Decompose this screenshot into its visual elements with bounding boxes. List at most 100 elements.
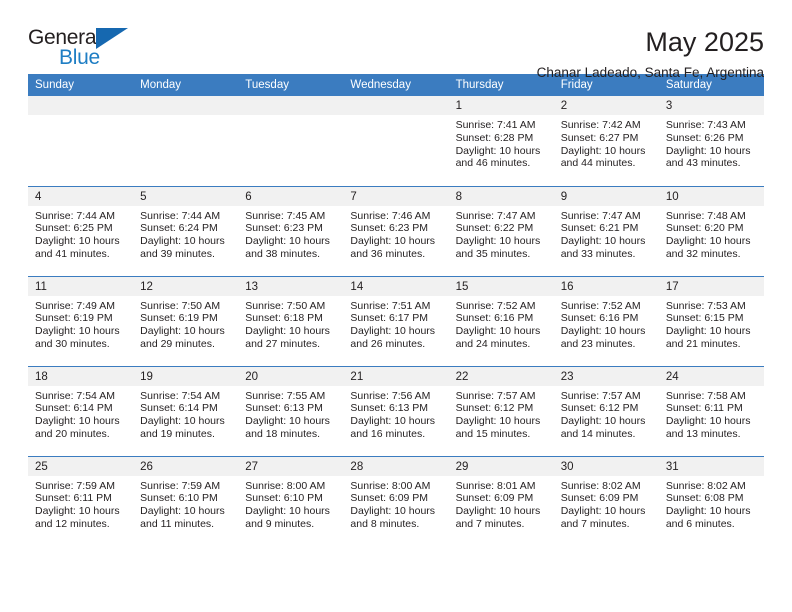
day-number <box>238 96 344 115</box>
day-details: Sunrise: 8:00 AM Sunset: 6:10 PM Daylight:… <box>238 476 343 531</box>
calendar-day-cell[interactable]: 28 Sunrise: 8:00 AM Sunset: 6:09 PM Dayligh… <box>343 455 449 546</box>
calendar-day-cell[interactable]: 29 Sunrise: 8:01 AM Sunset: 6:09 PM Dayligh… <box>448 455 554 546</box>
daylight-text-line1: Daylight: 10 hours <box>350 325 436 338</box>
calendar-day-cell[interactable]: 1 Sunrise: 7:41 AM Sunset: 6:28 PM Daylight… <box>448 96 554 186</box>
calendar-day-cell[interactable]: 19 Sunrise: 7:54 AM Sunset: 6:14 PM Dayligh… <box>133 365 239 456</box>
calendar-day-cell[interactable]: 14 Sunrise: 7:51 AM Sunset: 6:17 PM Dayligh… <box>343 275 449 366</box>
sunset-text: Sunset: 6:14 PM <box>35 402 113 415</box>
calendar-week-row: 25 Sunrise: 7:59 AM Sunset: 6:11 PM Dayligh… <box>28 455 764 546</box>
calendar-day-cell[interactable]: 25 Sunrise: 7:59 AM Sunset: 6:11 PM Dayligh… <box>28 455 134 546</box>
day-number: 29 <box>448 456 554 476</box>
daylight-text-line1: Daylight: 10 hours <box>245 235 330 248</box>
sunrise-text: Sunrise: 8:01 AM <box>455 479 536 492</box>
daylight-text-line1: Daylight: 10 hours <box>455 144 541 157</box>
daylight-text-line1: Daylight: 10 hours <box>560 235 646 248</box>
brand-logo[interactable]: General Blue <box>28 26 148 72</box>
daylight-text-line1: Daylight: 10 hours <box>560 415 646 428</box>
calendar-day-cell[interactable]: 30 Sunrise: 8:02 AM Sunset: 6:09 PM Dayligh… <box>553 455 659 546</box>
calendar-day-cell[interactable]: 18 Sunrise: 7:54 AM Sunset: 6:14 PM Dayligh… <box>28 365 134 456</box>
calendar-day-cell[interactable]: 24 Sunrise: 7:58 AM Sunset: 6:11 PM Dayligh… <box>658 365 764 456</box>
day-details: Sunrise: 7:48 AM Sunset: 6:20 PM Daylight:… <box>659 206 764 261</box>
calendar-day-cell[interactable]: 10 Sunrise: 7:48 AM Sunset: 6:20 PM Dayligh… <box>658 185 764 276</box>
daylight-text-line2: and 36 minutes. <box>350 247 426 260</box>
sunset-text: Sunset: 6:10 PM <box>245 492 323 505</box>
day-number: 7 <box>343 186 449 206</box>
calendar-day-cell[interactable]: 12 Sunrise: 7:50 AM Sunset: 6:19 PM Dayligh… <box>133 275 239 366</box>
sunrise-text: Sunrise: 7:57 AM <box>560 389 641 402</box>
day-number: 15 <box>448 276 554 296</box>
sunrise-text: Sunrise: 8:00 AM <box>350 479 431 492</box>
calendar-day-cell[interactable]: 21 Sunrise: 7:56 AM Sunset: 6:13 PM Dayligh… <box>343 365 449 456</box>
calendar-day-cell-empty <box>238 96 344 186</box>
calendar-day-cell[interactable]: 4 Sunrise: 7:44 AM Sunset: 6:25 PM Daylight… <box>28 185 134 276</box>
sunrise-text: Sunrise: 7:47 AM <box>560 209 641 222</box>
daylight-text-line2: and 14 minutes. <box>560 427 636 440</box>
daylight-text-line2: and 16 minutes. <box>350 427 426 440</box>
day-number <box>133 96 239 115</box>
day-details: Sunrise: 7:52 AM Sunset: 6:16 PM Daylight:… <box>554 296 659 351</box>
day-number: 25 <box>28 456 134 476</box>
calendar-day-cell[interactable]: 20 Sunrise: 7:55 AM Sunset: 6:13 PM Dayligh… <box>238 365 344 456</box>
calendar-day-cell[interactable]: 13 Sunrise: 7:50 AM Sunset: 6:18 PM Dayligh… <box>238 275 344 366</box>
calendar-day-cell[interactable]: 23 Sunrise: 7:57 AM Sunset: 6:12 PM Dayligh… <box>553 365 659 456</box>
daylight-text-line1: Daylight: 10 hours <box>140 235 225 248</box>
daylight-text-line2: and 39 minutes. <box>140 247 215 260</box>
sunrise-text: Sunrise: 7:44 AM <box>35 209 115 222</box>
calendar-day-cell[interactable]: 31 Sunrise: 8:02 AM Sunset: 6:08 PM Dayligh… <box>658 455 764 546</box>
day-number: 3 <box>658 96 764 115</box>
daylight-text-line2: and 23 minutes. <box>560 337 636 350</box>
daylight-text-line1: Daylight: 10 hours <box>140 325 225 338</box>
daylight-text-line1: Daylight: 10 hours <box>455 505 541 518</box>
calendar-day-cell[interactable]: 6 Sunrise: 7:45 AM Sunset: 6:23 PM Daylight… <box>238 185 344 276</box>
sunset-text: Sunset: 6:09 PM <box>455 492 534 505</box>
sunrise-text: Sunrise: 7:55 AM <box>245 389 326 402</box>
day-details: Sunrise: 7:47 AM Sunset: 6:22 PM Daylight:… <box>449 206 554 261</box>
daylight-text-line2: and 38 minutes. <box>245 247 320 260</box>
daylight-text-line2: and 15 minutes. <box>455 427 531 440</box>
calendar-day-cell[interactable]: 8 Sunrise: 7:47 AM Sunset: 6:22 PM Daylight… <box>448 185 554 276</box>
calendar-day-cell[interactable]: 7 Sunrise: 7:46 AM Sunset: 6:23 PM Daylight… <box>343 185 449 276</box>
calendar-day-cell[interactable]: 9 Sunrise: 7:47 AM Sunset: 6:21 PM Daylight… <box>553 185 659 276</box>
calendar-day-cell[interactable]: 5 Sunrise: 7:44 AM Sunset: 6:24 PM Daylight… <box>133 185 239 276</box>
sunrise-text: Sunrise: 7:59 AM <box>140 479 221 492</box>
calendar-day-cell[interactable]: 16 Sunrise: 7:52 AM Sunset: 6:16 PM Dayligh… <box>553 275 659 366</box>
daylight-text-line2: and 29 minutes. <box>140 337 215 350</box>
calendar-day-cell[interactable]: 11 Sunrise: 7:49 AM Sunset: 6:19 PM Dayligh… <box>28 275 134 366</box>
calendar-day-cell[interactable]: 17 Sunrise: 7:53 AM Sunset: 6:15 PM Dayligh… <box>658 275 764 366</box>
daylight-text-line1: Daylight: 10 hours <box>455 415 541 428</box>
day-number: 2 <box>553 96 659 115</box>
sunset-text: Sunset: 6:23 PM <box>350 222 429 235</box>
brand-triangle-icon <box>96 28 128 49</box>
sunrise-text: Sunrise: 8:02 AM <box>665 479 746 492</box>
day-number: 5 <box>133 186 239 206</box>
day-number: 20 <box>238 366 344 386</box>
daylight-text-line1: Daylight: 10 hours <box>350 235 436 248</box>
daylight-text-line2: and 35 minutes. <box>455 247 531 260</box>
calendar-page: General Blue May 2025 Chanar Ladeado, Sa… <box>0 0 792 612</box>
calendar-day-cell-empty <box>28 96 134 186</box>
calendar-day-cell[interactable]: 22 Sunrise: 7:57 AM Sunset: 6:12 PM Dayligh… <box>448 365 554 456</box>
daylight-text-line1: Daylight: 10 hours <box>350 415 436 428</box>
daylight-text-line2: and 9 minutes. <box>245 517 315 530</box>
daylight-text-line2: and 11 minutes. <box>140 517 215 530</box>
sunset-text: Sunset: 6:26 PM <box>665 131 744 144</box>
calendar-day-cell[interactable]: 2 Sunrise: 7:42 AM Sunset: 6:27 PM Daylight… <box>553 96 659 186</box>
sunset-text: Sunset: 6:19 PM <box>140 312 218 325</box>
calendar-day-cell[interactable]: 3 Sunrise: 7:43 AM Sunset: 6:26 PM Daylight… <box>658 96 764 186</box>
sunrise-text: Sunrise: 7:45 AM <box>245 209 326 222</box>
sunset-text: Sunset: 6:22 PM <box>455 222 534 235</box>
weekday-header-monday: Monday <box>133 74 239 96</box>
calendar-day-cell[interactable]: 26 Sunrise: 7:59 AM Sunset: 6:10 PM Dayligh… <box>133 455 239 546</box>
sunrise-text: Sunrise: 7:47 AM <box>455 209 536 222</box>
calendar-day-cell[interactable]: 15 Sunrise: 7:52 AM Sunset: 6:16 PM Dayligh… <box>448 275 554 366</box>
sunrise-text: Sunrise: 7:52 AM <box>455 299 536 312</box>
daylight-text-line1: Daylight: 10 hours <box>665 415 751 428</box>
sunset-text: Sunset: 6:16 PM <box>455 312 534 325</box>
day-details: Sunrise: 7:59 AM Sunset: 6:10 PM Daylight:… <box>133 476 238 531</box>
calendar-body: 1 Sunrise: 7:41 AM Sunset: 6:28 PM Daylight… <box>28 96 764 546</box>
day-number: 30 <box>553 456 659 476</box>
sunrise-text: Sunrise: 7:51 AM <box>350 299 431 312</box>
sunrise-text: Sunrise: 8:00 AM <box>245 479 326 492</box>
calendar-day-cell[interactable]: 27 Sunrise: 8:00 AM Sunset: 6:10 PM Dayligh… <box>238 455 344 546</box>
daylight-text-line1: Daylight: 10 hours <box>245 325 330 338</box>
